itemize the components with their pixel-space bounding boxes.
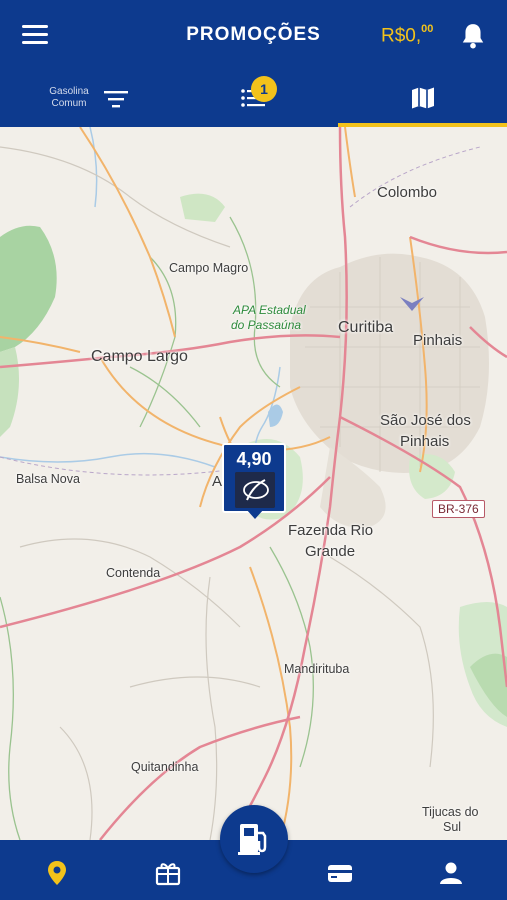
label-colombo: Colombo	[377, 184, 438, 201]
pin-price: 4,90	[236, 449, 272, 469]
label-fazenda-line2: Grande	[305, 543, 356, 560]
balance-main: R$0,	[381, 25, 422, 47]
label-mandirituba: Mandirituba	[284, 662, 350, 676]
balance-cents: 00	[421, 23, 434, 35]
filter-icon[interactable]	[104, 90, 128, 108]
label-araucaria-partial: A	[212, 473, 223, 490]
fuel-type-line2: Comum	[51, 98, 87, 109]
label-apa-line1: APA Estadual	[233, 303, 306, 317]
label-campo-magro: Campo Magro	[169, 261, 249, 275]
top-app-bar: PROMOÇÕES R$0,00	[0, 0, 507, 70]
tab-list-view[interactable]: 1	[169, 70, 338, 127]
label-tijucas-line1: Tijucas do	[422, 805, 479, 819]
label-sao-jose-line1: São José dos	[380, 412, 471, 429]
map-view[interactable]: Colombo Campo Magro APA Estadual do Pass…	[0, 127, 507, 840]
gas-station-pin[interactable]: 4,90	[222, 443, 286, 521]
station-brand-logo-icon	[235, 472, 275, 508]
fuel-pump-icon	[238, 824, 267, 855]
road-shield-br376: BR-376	[432, 500, 485, 518]
pin-pointer	[246, 509, 264, 519]
wallet-icon[interactable]	[327, 860, 353, 886]
pin-card: 4,90	[222, 443, 286, 513]
map-icon	[412, 87, 434, 109]
label-pinhais: Pinhais	[413, 332, 463, 349]
bell-icon[interactable]	[460, 22, 486, 50]
label-sao-jose-line2: Pinhais	[400, 433, 450, 450]
fuel-type-line1: Gasolina	[49, 86, 89, 97]
label-curitiba: Curitiba	[338, 319, 394, 336]
label-apa-line2: do Passaúna	[231, 318, 302, 332]
label-quitandinha: Quitandinha	[131, 760, 199, 774]
filter-tab-bar: Gasolina Comum 1	[0, 70, 507, 127]
label-balsa-nova: Balsa Nova	[16, 472, 80, 486]
label-contenda: Contenda	[106, 566, 161, 580]
tab-map-view[interactable]	[338, 70, 507, 127]
wallet-balance[interactable]: R$0,00	[381, 23, 434, 47]
label-fazenda-line1: Fazenda Rio	[288, 522, 374, 539]
user-icon[interactable]	[438, 860, 464, 886]
label-campo-largo: Campo Largo	[91, 348, 188, 365]
label-tijucas-line2: Sul	[443, 820, 462, 834]
fuel-pump-button[interactable]	[220, 805, 288, 873]
gift-icon[interactable]	[155, 860, 181, 886]
list-count-badge: 1	[251, 76, 277, 102]
location-pin-icon[interactable]	[44, 860, 70, 886]
fuel-type-selector[interactable]: Gasolina Comum	[40, 86, 98, 110]
